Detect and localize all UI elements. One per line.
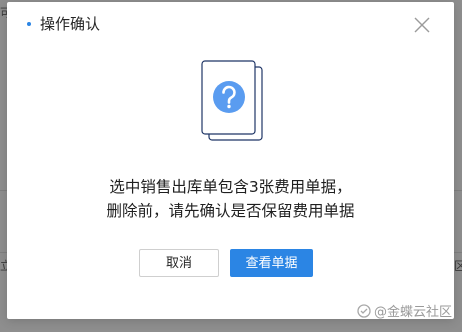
kingdee-logo-icon	[357, 303, 371, 318]
question-document-icon	[201, 60, 263, 141]
confirm-dialog: 操作确认 选中销售出库单包含3张费用单据， 删除前，请先确认是否保留费用单据 取…	[7, 2, 454, 319]
close-button[interactable]	[409, 12, 435, 38]
message-line: 选中销售出库单包含3张费用单据，	[109, 178, 352, 196]
watermark-text: @金蝶云社区	[373, 305, 452, 320]
cancel-button[interactable]: 取消	[139, 249, 219, 277]
title-dot-icon	[27, 22, 31, 26]
background-text-fragment: 区	[454, 259, 462, 273]
close-icon	[414, 17, 430, 33]
screen: 可 区 立 操作确认 选中销售出库单包含3张费用单据， 删除前，请先确认是否保留…	[0, 0, 462, 332]
view-documents-button[interactable]: 查看单据	[230, 249, 313, 277]
watermark: @金蝶云社区	[357, 301, 452, 320]
dialog-header: 操作确认	[7, 2, 454, 46]
dialog-message: 选中销售出库单包含3张费用单据， 删除前，请先确认是否保留费用单据	[7, 175, 454, 223]
message-line: 删除前，请先确认是否保留费用单据	[106, 202, 355, 220]
dialog-title: 操作确认	[40, 15, 101, 33]
